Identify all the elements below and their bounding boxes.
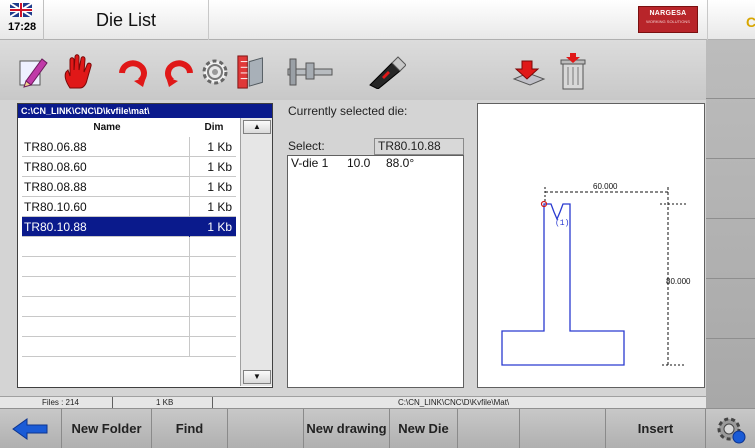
list-scrollbar[interactable]: ▲ ▼ — [240, 118, 272, 386]
column-header-name[interactable]: Name — [22, 120, 192, 136]
language-clock-box[interactable]: 17:28 — [0, 0, 44, 40]
column-header-dim[interactable]: Dim — [192, 120, 236, 136]
die-drawing-panel: 60.000 80.000 (1) — [477, 103, 705, 388]
header-bar: 17:28 Die List NARGESA WORKING SOLUTIONS… — [0, 0, 755, 40]
file-name: TR80.08.88 — [24, 177, 190, 197]
file-name: TR80.10.88 — [24, 217, 190, 237]
file-name: TR80.06.88 — [24, 137, 190, 157]
header-divider — [208, 0, 209, 40]
rotate-right-icon[interactable] — [116, 52, 150, 92]
table-row[interactable]: TR80.10.60 1 Kb — [22, 197, 236, 217]
right-side-panel — [706, 40, 755, 408]
new-die-button[interactable]: New Die — [390, 409, 458, 448]
file-size: 1 Kb — [207, 220, 232, 234]
table-row[interactable]: TR80.08.88 1 Kb — [22, 177, 236, 197]
ruler-icon[interactable] — [236, 52, 270, 92]
table-row[interactable]: TR80.06.88 1 Kb — [22, 137, 236, 157]
empty-softkey[interactable] — [228, 409, 304, 448]
v-marker-label: (1) — [555, 219, 569, 228]
back-arrow-icon — [11, 418, 47, 440]
file-name: TR80.10.60 — [24, 197, 190, 217]
width-label: 60.000 — [593, 182, 618, 191]
right-panel-divider — [706, 218, 755, 219]
trash-icon[interactable] — [556, 52, 590, 92]
toolbar — [0, 40, 706, 100]
settings-gear-icon — [717, 417, 745, 444]
clock: 17:28 — [8, 21, 37, 33]
empty-row — [22, 257, 236, 277]
file-rows: TR80.06.88 1 Kb TR80.08.60 1 Kb TR80.08.88… — [22, 137, 236, 357]
edit-icon[interactable] — [16, 52, 50, 92]
right-panel-divider — [706, 158, 755, 159]
right-panel-divider — [706, 338, 755, 339]
back-button[interactable] — [0, 409, 62, 448]
scroll-down-button[interactable]: ▼ — [243, 370, 271, 384]
uk-flag-icon[interactable] — [10, 3, 32, 17]
empty-row — [22, 337, 236, 357]
find-button[interactable]: Find — [152, 409, 228, 448]
header-edge-char: C — [746, 14, 755, 30]
file-name: TR80.08.60 — [24, 157, 190, 177]
height-label: 80.000 — [666, 277, 691, 286]
right-panel-divider — [706, 278, 755, 279]
file-size: 1 Kb — [207, 160, 232, 174]
bottom-button-bar: New Folder Find New drawing New Die Inse… — [0, 408, 755, 448]
die-name: V-die 1 — [291, 156, 329, 170]
empty-row — [22, 277, 236, 297]
select-label: Select: — [288, 139, 325, 153]
page-title: Die List — [96, 10, 157, 30]
select-value-field[interactable]: TR80.10.88 — [374, 138, 464, 155]
brand-logo: NARGESA WORKING SOLUTIONS — [638, 6, 698, 33]
empty-row — [22, 317, 236, 337]
die-profile-outline — [501, 203, 625, 366]
die-angle: 88.0° — [386, 156, 415, 170]
current-path: C:\CN_LINK\CNC\D\kvfile\mat\ — [18, 104, 272, 118]
status-bar: Files : 214 1 KB C:\CN_LINK\CNC\D\Kvfile… — [0, 396, 706, 409]
hand-icon[interactable] — [60, 52, 94, 92]
right-panel-divider — [706, 98, 755, 99]
import-icon[interactable] — [512, 52, 546, 92]
gear-icon[interactable] — [198, 52, 232, 92]
scroll-up-button[interactable]: ▲ — [243, 120, 271, 134]
empty-row — [22, 237, 236, 257]
empty-softkey[interactable] — [520, 409, 606, 448]
insert-button[interactable]: Insert — [606, 409, 706, 448]
new-drawing-button[interactable]: New drawing — [304, 409, 390, 448]
empty-softkey[interactable] — [458, 409, 520, 448]
settings-button[interactable] — [706, 409, 755, 448]
file-size: 1 Kb — [207, 180, 232, 194]
new-folder-button[interactable]: New Folder — [62, 409, 152, 448]
logo-name: NARGESA — [649, 10, 687, 17]
list-item[interactable]: V-die 1 10.0 88.0° — [288, 156, 463, 172]
usb-drive-icon[interactable] — [366, 52, 406, 92]
header-divider-right — [707, 0, 708, 40]
die-width: 10.0 — [347, 156, 371, 170]
die-profile-drawing: 60.000 80.000 (1) — [501, 182, 691, 366]
logo-tagline: WORKING SOLUTIONS — [646, 19, 690, 24]
die-details-list: V-die 1 10.0 88.0° — [287, 155, 464, 388]
file-list-panel: C:\CN_LINK\CNC\D\kvfile\mat\ Name Dim TR… — [17, 103, 273, 388]
empty-row — [22, 297, 236, 317]
caliper-icon[interactable] — [286, 52, 334, 92]
table-row-selected[interactable]: TR80.10.88 1 Kb — [22, 217, 236, 237]
file-size: 1 Kb — [207, 140, 232, 154]
table-row[interactable]: TR80.08.60 1 Kb — [22, 157, 236, 177]
file-size: 1 Kb — [207, 200, 232, 214]
selected-die-title: Currently selected die: — [288, 104, 408, 118]
rotate-left-icon[interactable] — [162, 52, 196, 92]
